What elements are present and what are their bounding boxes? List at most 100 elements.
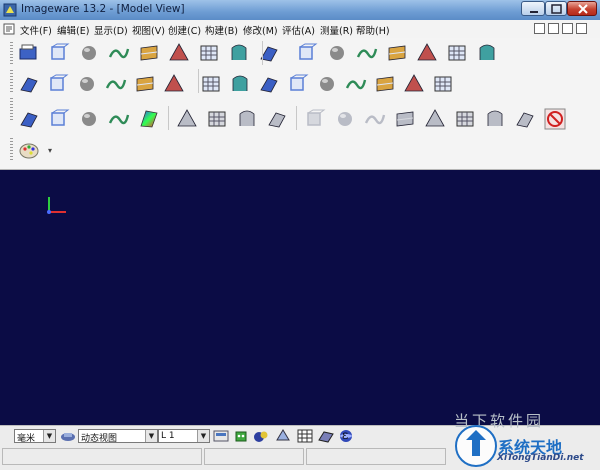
arch-surface-icon[interactable] [326, 42, 348, 64]
cross-cut-icon[interactable] [514, 108, 536, 130]
menu-modify[interactable]: 修改(M) [243, 23, 278, 37]
menu-file[interactable]: 文件(F) [20, 23, 52, 37]
flag-icon[interactable] [484, 108, 506, 130]
curve-surface-icon[interactable] [200, 73, 222, 95]
zoom-search-icon[interactable] [48, 42, 70, 64]
lightning-icon[interactable] [334, 108, 356, 130]
toolbar-grip[interactable] [10, 98, 13, 120]
curve-faded-icon[interactable] [206, 108, 228, 130]
bowl-surface-icon[interactable] [198, 42, 220, 64]
view-mode-select[interactable]: 动态视图 ▼ [78, 429, 158, 444]
fan-faded-icon[interactable] [266, 108, 288, 130]
toolbar-grip[interactable] [10, 138, 13, 160]
sweep-faded-icon[interactable] [236, 108, 258, 130]
open-file-icon[interactable] [18, 42, 40, 64]
fold-sheet-icon[interactable] [345, 73, 367, 95]
box-points-icon[interactable] [18, 73, 40, 95]
mdi-close-button[interactable] [576, 23, 587, 34]
chevron-down-icon: ▼ [197, 430, 209, 442]
mdi-minimize-button[interactable] [548, 23, 559, 34]
document-icon [3, 23, 15, 35]
blend-surface-icon[interactable] [296, 42, 318, 64]
watermark-url: XiTongTianDi.net [497, 453, 584, 463]
layer-stack-icon[interactable] [229, 73, 251, 95]
toolbar-grip[interactable] [10, 70, 13, 92]
menu-construct[interactable]: 构建(B) [205, 23, 238, 37]
eye-display-icon[interactable] [18, 108, 40, 130]
close-button[interactable] [567, 1, 597, 16]
bulb-probe-icon[interactable] [403, 73, 425, 95]
layer-props-icon[interactable] [213, 428, 229, 444]
section-plane-icon[interactable] [47, 73, 69, 95]
wireframe-cube-icon[interactable] [108, 42, 130, 64]
plate-icon[interactable] [78, 108, 100, 130]
menu-create[interactable]: 创建(C) [168, 23, 201, 37]
spheres-icon[interactable] [253, 428, 269, 444]
plane-flat-icon[interactable] [108, 108, 130, 130]
cloud-grid-icon[interactable] [138, 42, 160, 64]
sphere-point-icon[interactable] [105, 73, 127, 95]
corner-surface-icon[interactable] [316, 73, 338, 95]
coordinate-axis-icon [47, 197, 66, 214]
menu-measure[interactable]: 测量(R) [320, 23, 353, 37]
mdi-restore-button[interactable] [562, 23, 573, 34]
imageware-app-icon [3, 3, 17, 17]
toolbar-separator [262, 41, 263, 65]
status-panel [204, 448, 304, 465]
view-mode-value: 动态视图 [81, 434, 118, 444]
plane-orient-icon[interactable] [275, 428, 291, 444]
mesh-display-icon[interactable] [318, 428, 334, 444]
mdi-tile-button[interactable] [534, 23, 545, 34]
tube-surface-icon[interactable] [356, 42, 378, 64]
minimize-button[interactable] [521, 1, 545, 16]
patch-grid-icon[interactable] [374, 73, 396, 95]
color-map-icon[interactable] [138, 108, 160, 130]
sheet-fold-icon[interactable] [416, 42, 438, 64]
menu-edit[interactable]: 编辑(E) [57, 23, 89, 37]
maximize-button[interactable] [545, 1, 567, 16]
menu-help[interactable]: 帮助(H) [356, 23, 390, 37]
model-view-viewport[interactable] [0, 170, 600, 425]
target-icon[interactable] [424, 108, 446, 130]
menu-evaluate[interactable]: 评估(A) [282, 23, 315, 37]
chevron-down-icon: ▼ [145, 430, 157, 442]
layer-select[interactable]: L 1 ▼ [158, 429, 210, 443]
cylinder-icon[interactable] [48, 108, 70, 130]
units-select[interactable]: 毫米 ▼ [14, 429, 56, 444]
toolbar-separator [168, 106, 169, 130]
tilted-surface-icon[interactable] [287, 73, 309, 95]
title-bar: Imageware 13.2 - [Model View] [0, 0, 600, 20]
coordinate-icon[interactable] [163, 73, 185, 95]
grid-toggle-icon[interactable] [297, 428, 313, 444]
toolbar-separator [198, 69, 199, 93]
tangent-icon[interactable] [394, 108, 416, 130]
cloud-faded-icon[interactable] [176, 108, 198, 130]
palette-icon[interactable] [18, 140, 40, 162]
menu-bar: 文件(F) 编辑(E) 显示(D) 视图(V) 创建(C) 构建(B) 修改(M… [0, 20, 600, 38]
surface-normal-icon[interactable] [258, 73, 280, 95]
menu-view[interactable]: 视图(V) [132, 23, 165, 37]
epsilon-tolerance-button[interactable]: ε [342, 428, 348, 442]
cube-view-icon[interactable] [78, 42, 100, 64]
chevron-down-icon[interactable]: ▾ [48, 146, 52, 155]
robot-icon[interactable] [233, 428, 249, 444]
extrude-surface-icon[interactable] [446, 42, 468, 64]
grid-patch-icon[interactable] [432, 73, 454, 95]
curved-surface-icon[interactable] [228, 42, 250, 64]
window-title: Imageware 13.2 - [Model View] [21, 3, 185, 15]
toolbar-grip[interactable] [10, 42, 13, 64]
toolbar-area: ▾ [0, 38, 600, 170]
view-orient-icon[interactable] [60, 428, 76, 444]
plane-cross-icon[interactable] [134, 73, 156, 95]
shell-surface-icon[interactable] [386, 42, 408, 64]
mesh-faded-icon[interactable] [304, 108, 326, 130]
point-cloud-icon[interactable] [76, 73, 98, 95]
layer-value: L 1 [161, 431, 175, 441]
pyramid-mesh-icon[interactable] [168, 42, 190, 64]
delete-no-icon[interactable] [544, 108, 566, 130]
tetrahedron-icon[interactable] [476, 42, 498, 64]
spiral-icon[interactable] [454, 108, 476, 130]
snake-curve-icon[interactable] [364, 108, 386, 130]
menu-display[interactable]: 显示(D) [94, 23, 128, 37]
toolbar-separator [296, 106, 297, 130]
